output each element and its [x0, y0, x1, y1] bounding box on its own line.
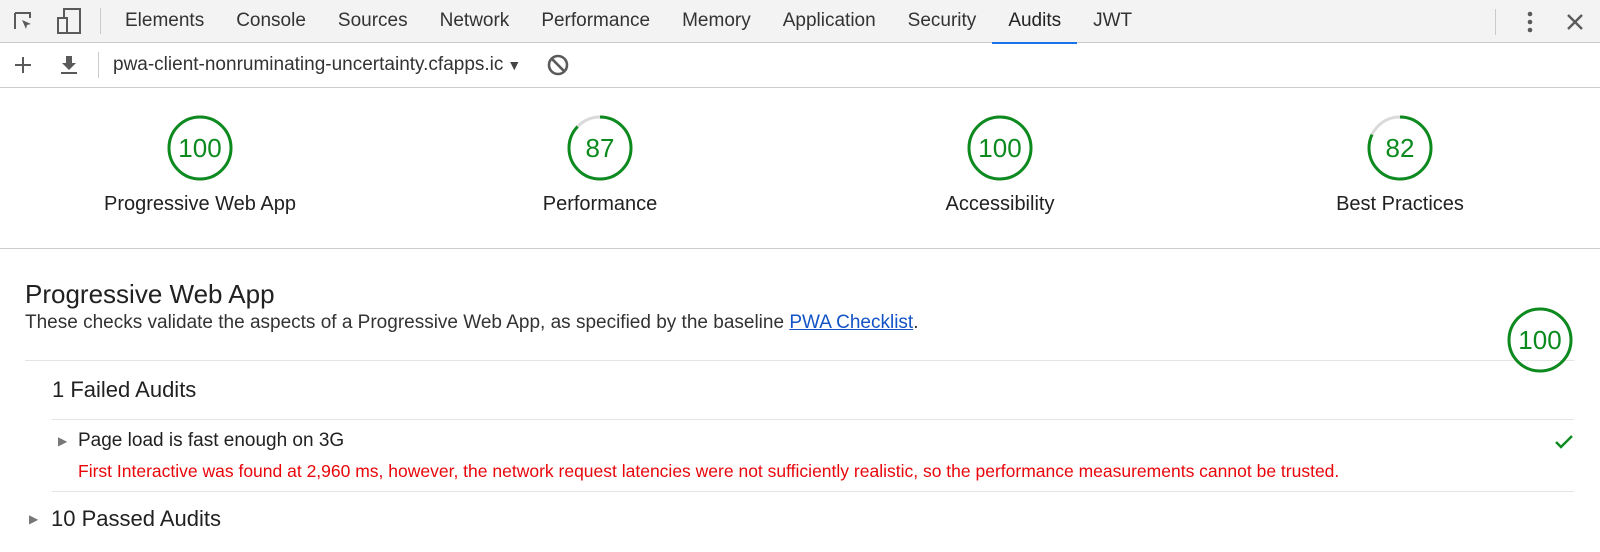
expand-triangle-icon[interactable]: ▶: [52, 434, 78, 448]
report-url-select[interactable]: pwa-client-nonruminating-uncertainty.cfa…: [113, 54, 521, 76]
audit-title-row[interactable]: ▶ Page load is fast enough on 3G: [52, 430, 1574, 452]
score-accessibility[interactable]: 100 Accessibility: [800, 88, 1200, 248]
tab-security[interactable]: Security: [892, 0, 993, 43]
section-title: Progressive Web App: [25, 279, 275, 309]
score-value: 100: [978, 132, 1022, 163]
audits-toolbar: pwa-client-nonruminating-uncertainty.cfa…: [0, 43, 1600, 88]
pwa-section: Progressive Web App These checks validat…: [0, 279, 1600, 532]
section-score-gauge: 100: [1506, 306, 1574, 374]
score-gauge: 82: [1366, 114, 1434, 182]
close-icon[interactable]: [1550, 0, 1600, 43]
audit-error-message: First Interactive was found at 2,960 ms,…: [78, 461, 1340, 481]
tabbar-right: [1487, 0, 1600, 43]
divider: [1495, 8, 1496, 35]
device-toolbar-icon[interactable]: [46, 0, 92, 43]
inspect-element-icon[interactable]: [0, 0, 46, 43]
score-value: 87: [585, 132, 615, 163]
tab-performance[interactable]: Performance: [525, 0, 666, 43]
audit-title: Page load is fast enough on 3G: [78, 430, 345, 451]
devtools-tabbar: Elements Console Sources Network Performance…: [0, 0, 1600, 44]
score-best-practices[interactable]: 82 Best Practices: [1200, 88, 1600, 248]
panel-tabs: Elements Console Sources Network Performance…: [109, 0, 1148, 44]
tab-application[interactable]: Application: [767, 0, 892, 43]
score-value: 82: [1385, 132, 1415, 163]
score-gauge: 100: [966, 114, 1034, 182]
tab-network[interactable]: Network: [424, 0, 526, 43]
dropdown-caret-icon: ▼: [507, 57, 522, 73]
score-label: Best Practices: [1336, 193, 1464, 215]
expand-triangle-icon[interactable]: ▶: [25, 512, 51, 526]
tab-memory[interactable]: Memory: [666, 0, 767, 43]
tab-jwt[interactable]: JWT: [1077, 0, 1148, 43]
more-options-icon[interactable]: [1510, 0, 1550, 43]
divider: [100, 8, 101, 34]
section-score-value: 100: [1518, 324, 1562, 355]
tab-console[interactable]: Console: [220, 0, 322, 43]
section-description: These checks validate the aspects of a P…: [25, 312, 1574, 334]
audit-item[interactable]: ▶ Page load is fast enough on 3G First I…: [52, 419, 1574, 492]
score-gauge: 87: [566, 114, 634, 182]
pwa-checklist-link[interactable]: PWA Checklist: [789, 312, 913, 333]
score-label: Progressive Web App: [104, 193, 296, 215]
score-value: 100: [178, 132, 222, 163]
passed-audits-group[interactable]: ▶ 10 Passed Audits: [25, 492, 1574, 532]
clear-reports-icon[interactable]: [535, 44, 581, 87]
tab-audits[interactable]: Audits: [992, 0, 1077, 44]
passed-audits-label: 10 Passed Audits: [51, 506, 222, 531]
score-gauge: 100: [166, 114, 234, 182]
description-text: These checks validate the aspects of a P…: [25, 312, 790, 333]
checkmark-icon: [1554, 434, 1574, 455]
failed-audits-group[interactable]: 1 Failed Audits: [25, 361, 1574, 419]
report-url-value: pwa-client-nonruminating-uncertainty.cfa…: [113, 54, 504, 75]
download-report-icon[interactable]: [46, 44, 92, 87]
tab-elements[interactable]: Elements: [109, 0, 220, 43]
tab-sources[interactable]: Sources: [322, 0, 424, 43]
score-label: Performance: [542, 193, 658, 215]
new-audit-icon[interactable]: [0, 44, 46, 87]
divider: [98, 52, 99, 78]
score-label: Accessibility: [945, 193, 1055, 215]
description-end: .: [913, 312, 919, 333]
score-progressive-web-app[interactable]: 100 Progressive Web App: [0, 88, 400, 248]
score-summary: 100 Progressive Web App 87 Performance 100 Ac…: [0, 88, 1600, 249]
score-performance[interactable]: 87 Performance: [400, 88, 800, 248]
